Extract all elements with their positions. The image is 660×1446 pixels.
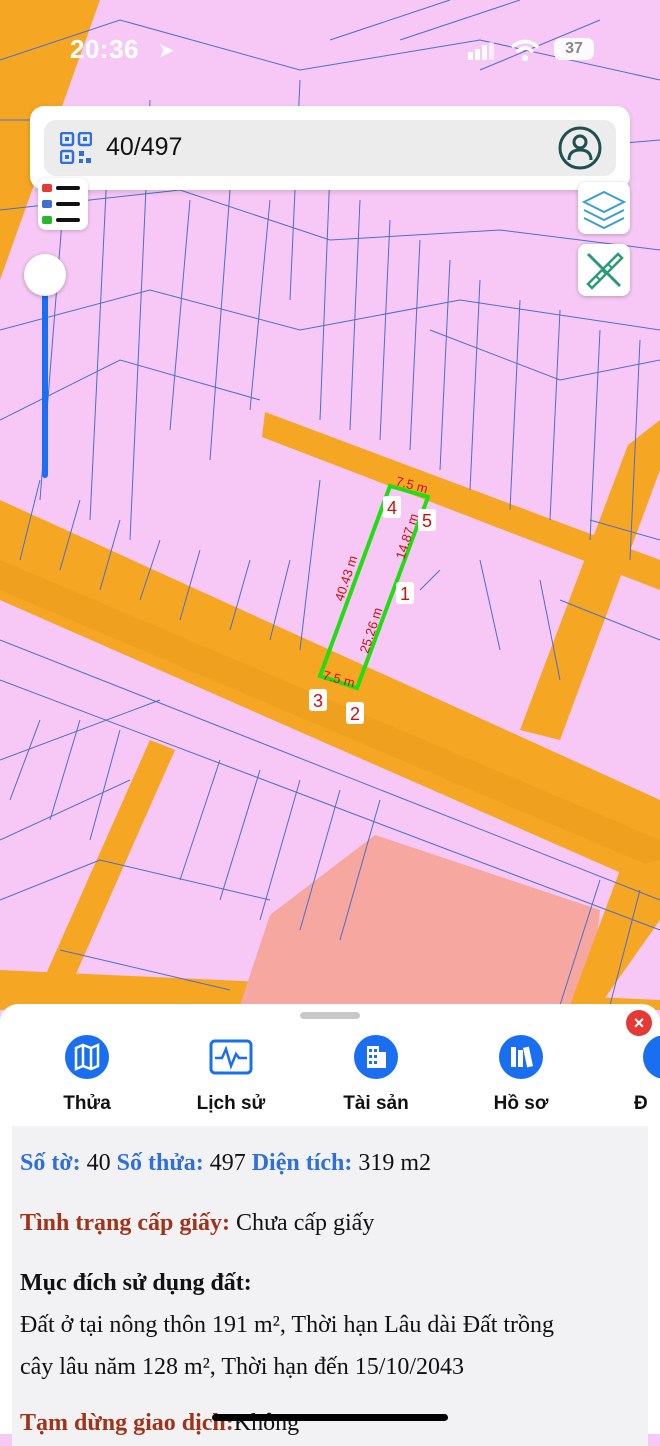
legend-list-icon — [42, 184, 80, 224]
parcel-summary: Số tờ: 40 Số thửa: 497 Diện tích: 319 m2 — [20, 1150, 431, 1177]
tab-label: Thửa — [63, 1093, 111, 1114]
layers-icon — [581, 190, 627, 230]
vertex-label-4: 4 — [387, 498, 397, 518]
cellular-signal-icon — [468, 42, 494, 60]
search-input[interactable]: 40/497 — [106, 133, 182, 162]
slider-track[interactable] — [42, 274, 48, 478]
tam-dung-label: Tạm dừng giao dịch: — [20, 1410, 234, 1436]
dien-tich-label: Diện tích: — [251, 1150, 353, 1176]
history-icon — [209, 1039, 253, 1075]
wifi-icon — [510, 39, 540, 61]
muc-dich-line-1: Đất ở tại nông thôn 191 m², Thời hạn Lâu… — [20, 1312, 555, 1338]
vertex-label-5: 5 — [422, 511, 432, 531]
tab-label: Lịch sử — [196, 1093, 266, 1114]
books-icon — [499, 1035, 543, 1079]
measure-button[interactable] — [578, 244, 630, 296]
dien-tich-value: 319 m2 — [358, 1150, 432, 1176]
vertex-label-3: 3 — [313, 691, 323, 711]
tab-label: Hồ sơ — [493, 1093, 549, 1114]
legend-button[interactable] — [38, 178, 88, 230]
layers-button[interactable] — [578, 182, 630, 234]
location-arrow-icon: ➤ — [158, 40, 175, 62]
slider-knob[interactable] — [24, 254, 66, 296]
close-icon[interactable]: × — [626, 1010, 652, 1036]
tab-thua[interactable]: Thửa — [27, 1034, 147, 1115]
tab-more[interactable]: Đ — [606, 1034, 660, 1115]
home-indicator — [212, 1414, 448, 1421]
vertex-label-2: 2 — [350, 704, 360, 724]
tinh-trang-label: Tình trạng cấp giấy: — [20, 1210, 231, 1236]
map-icon — [65, 1035, 109, 1079]
so-thua-label: Số thửa: — [116, 1150, 204, 1176]
so-thua-value: 497 — [209, 1150, 246, 1176]
muc-dich-label: Mục đích sử dụng đất: — [20, 1270, 252, 1296]
tab-label: Đ — [634, 1093, 648, 1114]
parcel-detail-sheet[interactable]: × Thửa Lịch sử Tài sản Hồ sơ Đ Số tờ: 40… — [0, 1004, 660, 1446]
battery-indicator: 37 — [554, 38, 594, 60]
search-card: 40/497 — [30, 106, 630, 190]
so-to-value: 40 — [86, 1150, 111, 1176]
parcel-info-panel: Số tờ: 40 Số thửa: 497 Diện tích: 319 m2… — [12, 1126, 648, 1446]
vertex-label-1: 1 — [400, 584, 410, 604]
sheet-drag-handle[interactable] — [300, 1012, 360, 1019]
user-profile-icon[interactable] — [558, 126, 602, 170]
building-icon — [354, 1035, 398, 1079]
status-bar: 20:36 ➤ 37 — [0, 32, 660, 68]
tab-tai-san[interactable]: Tài sản — [316, 1034, 436, 1115]
search-bar[interactable]: 40/497 — [44, 120, 616, 176]
tab-ho-so[interactable]: Hồ sơ — [461, 1034, 581, 1115]
tinh-trang-value: Chưa cấp giấy — [236, 1210, 375, 1236]
qr-code-icon[interactable] — [60, 132, 92, 164]
opacity-slider[interactable] — [24, 254, 66, 484]
certificate-status: Tình trạng cấp giấy: Chưa cấp giấy — [20, 1210, 374, 1237]
muc-dich-line-2: cây lâu năm 128 m², Thời hạn đến 15/10/2… — [20, 1354, 465, 1380]
tab-lich-su[interactable]: Lịch sử — [171, 1034, 291, 1115]
tab-label: Tài sản — [343, 1093, 409, 1114]
status-time: 20:36 — [70, 34, 139, 64]
ruler-pencil-icon — [586, 252, 624, 290]
more-icon — [643, 1035, 660, 1079]
so-to-label: Số tờ: — [20, 1150, 81, 1176]
